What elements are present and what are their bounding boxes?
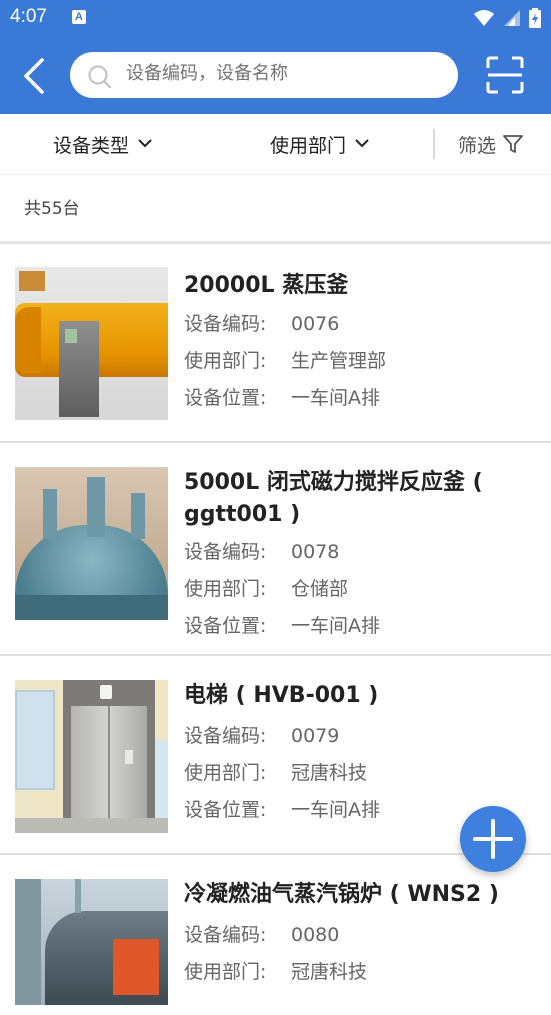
location-label: 设备位置: — [184, 387, 267, 409]
equipment-location: 一车间A排 — [291, 387, 380, 409]
equipment-code-row: 设备编码: 0078 — [184, 539, 339, 565]
chevron-down-icon — [355, 139, 369, 148]
a-notification-icon: A — [72, 10, 86, 24]
equipment-code: 0080 — [291, 924, 340, 946]
equipment-code-row: 设备编码: 0080 — [184, 922, 339, 948]
screen-filter-button[interactable]: 筛选 — [458, 114, 524, 174]
code-label: 设备编码: — [184, 725, 267, 747]
equipment-location-row: 设备位置: 一车间A排 — [184, 385, 380, 411]
scan-button[interactable] — [486, 56, 524, 94]
equipment-title: 电梯 ( HVB-001 ) — [184, 683, 379, 708]
dept-label: 使用部门: — [184, 350, 267, 372]
code-label: 设备编码: — [184, 313, 267, 335]
list-item[interactable]: 5000L 闭式磁力搅拌反应釜 ( ggtt001 ) 设备编码: 0078 使用… — [0, 443, 551, 656]
code-label: 设备编码: — [184, 924, 267, 946]
plus-icon — [473, 819, 513, 859]
location-label: 设备位置: — [184, 799, 267, 821]
summary-row: 共55台 — [0, 175, 551, 244]
filter-department[interactable]: 使用部门 — [270, 114, 370, 174]
equipment-code: 0079 — [291, 725, 340, 747]
equipment-dept: 冠唐科技 — [291, 762, 368, 784]
equipment-dept-row: 使用部门: 冠唐科技 — [184, 959, 367, 985]
battery-icon — [529, 8, 541, 28]
filter-equipment-type[interactable]: 设备类型 — [53, 114, 153, 174]
equipment-code-row: 设备编码: 0076 — [184, 311, 339, 337]
equipment-title: 20000L 蒸压釜 — [184, 273, 349, 298]
equipment-location-row: 设备位置: 一车间A排 — [184, 797, 380, 823]
filter-department-label: 使用部门 — [270, 134, 347, 157]
status-bar: 4:07 A — [0, 0, 551, 36]
equipment-dept: 生产管理部 — [291, 350, 387, 372]
search-input[interactable] — [124, 62, 448, 85]
list-item[interactable]: 20000L 蒸压釜 设备编码: 0076 使用部门: 生产管理部 设备位置: 一车间… — [0, 244, 551, 443]
equipment-title: 冷凝燃油气蒸汽锅炉 ( WNS2 ) — [184, 882, 499, 907]
equipment-dept: 仓储部 — [291, 578, 349, 600]
scan-icon — [486, 56, 524, 94]
equipment-location-row: 设备位置: 一车间A排 — [184, 613, 380, 639]
signal-icon — [504, 10, 520, 26]
equipment-title: 5000L 闭式磁力搅拌反应釜 ( ggtt001 ) — [184, 470, 483, 527]
add-equipment-button[interactable] — [460, 806, 526, 872]
equipment-dept-row: 使用部门: 仓储部 — [184, 576, 348, 602]
total-count: 共55台 — [24, 199, 80, 219]
equipment-code: 0078 — [291, 541, 340, 563]
screen-filter-label: 筛选 — [458, 134, 497, 157]
equipment-image — [15, 879, 168, 1005]
app-header: 4:07 A — [0, 0, 551, 114]
equipment-code: 0076 — [291, 313, 340, 335]
status-icons — [473, 8, 541, 28]
search-box[interactable] — [70, 52, 458, 98]
code-label: 设备编码: — [184, 541, 267, 563]
dept-label: 使用部门: — [184, 762, 267, 784]
equipment-dept: 冠唐科技 — [291, 961, 368, 983]
dept-label: 使用部门: — [184, 578, 267, 600]
chevron-down-icon — [138, 139, 152, 148]
list-item[interactable]: 冷凝燃油气蒸汽锅炉 ( WNS2 ) 设备编码: 0080 使用部门: 冠唐科技 — [0, 855, 551, 1015]
wifi-icon — [474, 10, 494, 26]
location-label: 设备位置: — [184, 615, 267, 637]
status-time: 4:07 — [10, 6, 47, 27]
filter-equipment-type-label: 设备类型 — [53, 134, 130, 157]
equipment-dept-row: 使用部门: 生产管理部 — [184, 348, 386, 374]
filter-divider — [433, 129, 435, 159]
equipment-location: 一车间A排 — [291, 615, 380, 637]
back-button[interactable] — [16, 56, 52, 96]
dept-label: 使用部门: — [184, 961, 267, 983]
equipment-image — [15, 680, 168, 833]
funnel-icon — [503, 135, 523, 153]
equipment-location: 一车间A排 — [291, 799, 380, 821]
equipment-image — [15, 467, 168, 620]
equipment-dept-row: 使用部门: 冠唐科技 — [184, 760, 367, 786]
back-chevron-icon — [24, 58, 44, 94]
equipment-image — [15, 267, 168, 420]
search-icon — [88, 65, 112, 89]
equipment-code-row: 设备编码: 0079 — [184, 723, 339, 749]
